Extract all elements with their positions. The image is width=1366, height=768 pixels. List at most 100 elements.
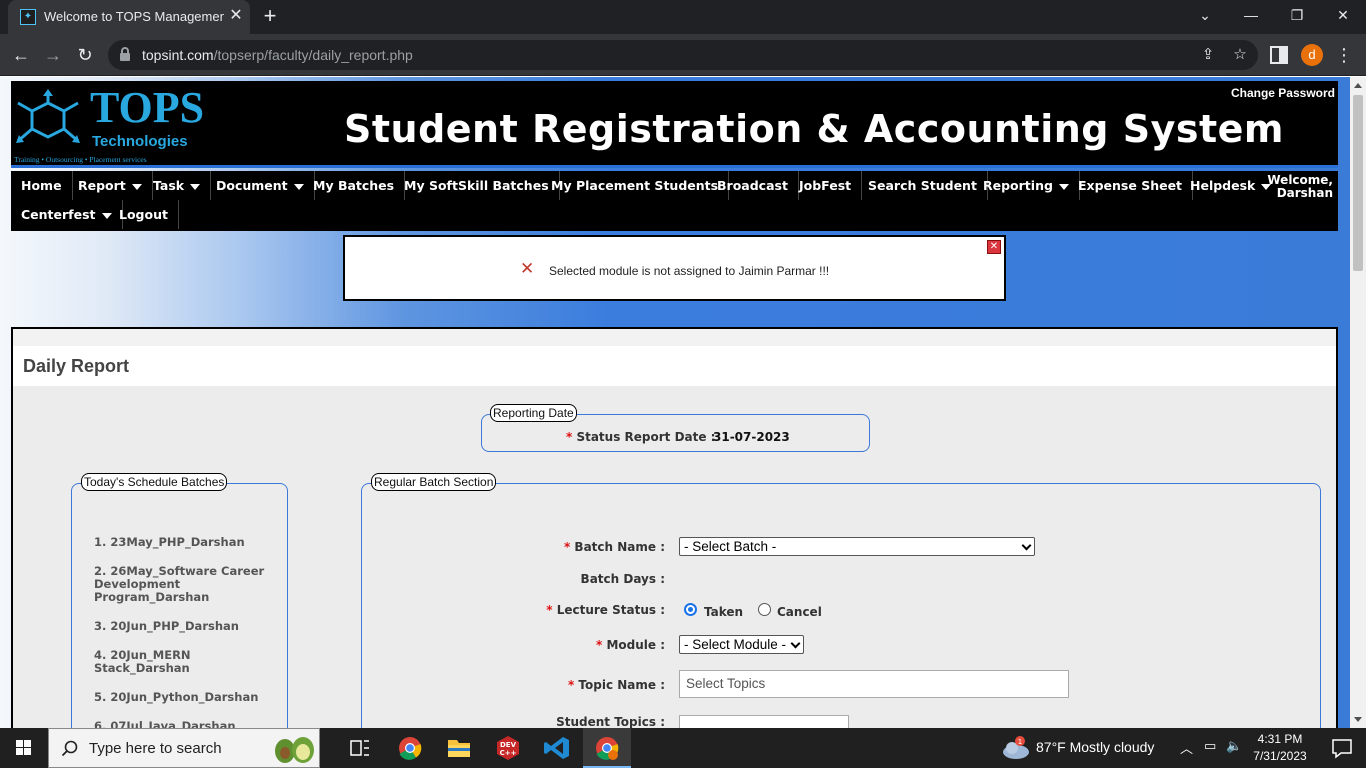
list-item[interactable]: 2. 26May_Software Career Development Pro… <box>94 565 274 604</box>
lecture-taken-radio[interactable] <box>684 603 697 616</box>
status-date-label: * Status Report Date : <box>566 430 716 444</box>
window-close-icon[interactable]: ✕ <box>1320 0 1366 30</box>
menu-home[interactable]: Home <box>11 171 73 200</box>
regular-batch-fieldset: Regular Batch Section * Batch Name : - S… <box>361 473 1321 728</box>
devcpp-icon[interactable]: DEV C++ <box>484 728 532 768</box>
chevron-down-icon <box>790 638 801 649</box>
lecture-cancel-label[interactable]: Cancel <box>777 605 822 619</box>
menu-task[interactable]: Task <box>143 171 212 200</box>
module-label: * Module : <box>596 638 665 652</box>
menu-my-softskill-batches[interactable]: My SoftSkill Batches <box>394 171 560 200</box>
site-favicon-icon: ✦ <box>20 9 36 25</box>
report-content: Reporting Date * Status Report Date : 31… <box>13 386 1336 728</box>
weather-text[interactable]: 87°F Mostly cloudy <box>1036 739 1154 755</box>
browser-tab-strip: ✦ Welcome to TOPS Management Sy ✕ + ⌄ — … <box>0 0 1366 34</box>
windows-taskbar: Type here to search DEV C++ 1 87°F Mostly… <box>0 728 1366 768</box>
menu-centerfest[interactable]: Centerfest <box>11 200 123 229</box>
back-icon[interactable]: ← <box>8 42 34 68</box>
tab-search-icon[interactable]: ⌄ <box>1182 0 1228 30</box>
chrome-menu-icon[interactable]: ⋮ <box>1334 42 1354 68</box>
student-topics-input[interactable] <box>679 715 849 728</box>
menu-my-placement-students[interactable]: My Placement Students <box>541 171 730 200</box>
alert-close-icon[interactable]: ✕ <box>987 240 1001 254</box>
list-item[interactable]: 1. 23May_PHP_Darshan <box>94 536 274 549</box>
search-icon <box>61 740 78 757</box>
restore-icon[interactable]: ❐ <box>1274 0 1320 30</box>
browser-tab[interactable]: ✦ Welcome to TOPS Management Sy ✕ <box>8 0 250 34</box>
avocado-icon <box>275 737 314 763</box>
notifications-icon[interactable] <box>1318 728 1366 768</box>
lecture-taken-label[interactable]: Taken <box>704 605 743 619</box>
menu-reporting[interactable]: Reporting <box>973 171 1080 200</box>
change-password-link[interactable]: Change Password <box>1231 86 1335 100</box>
batch-name-select[interactable]: - Select Batch - <box>679 537 1035 556</box>
list-item[interactable]: 5. 20Jun_Python_Darshan <box>94 691 274 704</box>
logo-wordmark: TOPS <box>90 83 205 132</box>
main-menu: Home Report Task Document My Batches My … <box>11 171 1338 231</box>
scroll-thumb[interactable] <box>1353 95 1363 271</box>
scroll-down-icon[interactable] <box>1354 717 1362 722</box>
svg-text:1: 1 <box>1018 738 1022 746</box>
page-scrollbar[interactable] <box>1350 77 1366 728</box>
reporting-date-legend: Reporting Date <box>490 404 577 422</box>
minimize-icon[interactable]: — <box>1228 0 1274 30</box>
side-panel-icon[interactable] <box>1270 46 1288 64</box>
new-tab-icon[interactable]: + <box>258 5 282 29</box>
list-item[interactable]: 6. 07Jul_Java_Darshan <box>94 720 274 729</box>
cube-logo-icon <box>16 89 80 143</box>
menu-jobfest[interactable]: JobFest <box>789 171 863 200</box>
show-hidden-icons-icon[interactable]: ︿ <box>1180 738 1193 757</box>
volume-icon[interactable]: 🔈 <box>1226 738 1242 754</box>
menu-broadcast[interactable]: Broadcast <box>707 171 799 200</box>
module-select[interactable]: - Select Module - <box>679 635 804 654</box>
logo-tagline: Training • Outsourcing • Placement servi… <box>14 155 147 164</box>
chrome-taskbar-icon[interactable] <box>386 728 434 768</box>
menu-helpdesk[interactable]: Helpdesk <box>1180 171 1281 200</box>
share-icon[interactable]: ⇪ <box>1198 45 1218 65</box>
taskbar-search[interactable]: Type here to search <box>48 728 320 768</box>
profile-avatar[interactable]: d <box>1301 44 1323 66</box>
file-explorer-icon[interactable] <box>435 728 483 768</box>
windows-start-icon[interactable] <box>0 728 48 768</box>
menu-report[interactable]: Report <box>68 171 153 200</box>
menu-my-batches[interactable]: My Batches <box>303 171 406 200</box>
taskbar-clock[interactable]: 4:31 PM 7/31/2023 <box>1246 731 1314 765</box>
list-item[interactable]: 4. 20Jun_MERN Stack_Darshan <box>94 649 274 675</box>
site-title: Student Registration & Accounting System <box>344 107 1285 151</box>
page-title: Daily Report <box>23 356 130 376</box>
list-item[interactable]: 3. 20Jun_PHP_Darshan <box>94 620 274 633</box>
vscode-icon[interactable] <box>533 728 581 768</box>
search-placeholder: Type here to search <box>89 740 222 757</box>
reload-icon[interactable]: ↻ <box>72 42 98 68</box>
chrome-active-taskbar-icon[interactable] <box>583 728 631 768</box>
tab-close-icon[interactable]: ✕ <box>226 6 246 26</box>
menu-expense-sheet[interactable]: Expense Sheet <box>1068 171 1194 200</box>
menu-document[interactable]: Document <box>206 171 315 200</box>
batch-days-label: Batch Days : <box>580 572 665 586</box>
url-text[interactable]: topsint.com/topserp/faculty/daily_report… <box>142 47 413 63</box>
menu-logout[interactable]: Logout <box>109 200 179 229</box>
tops-logo[interactable]: TOPS Technologies Training • Outsourcing… <box>14 85 204 165</box>
student-topics-label: Student Topics : <box>556 715 665 728</box>
weather-icon[interactable]: 1 <box>996 728 1036 768</box>
regular-batch-legend: Regular Batch Section <box>371 473 497 491</box>
lock-icon[interactable] <box>120 47 130 61</box>
topic-name-input[interactable]: Select Topics <box>679 670 1069 698</box>
scroll-up-icon[interactable] <box>1354 83 1362 88</box>
menu-search-student[interactable]: Search Student <box>858 171 988 200</box>
batch-name-label: * Batch Name : <box>563 540 665 554</box>
bookmark-star-icon[interactable]: ☆ <box>1230 45 1250 65</box>
schedule-legend: Today's Schedule Batches <box>81 473 228 491</box>
task-view-icon[interactable] <box>336 728 384 768</box>
lecture-cancel-radio[interactable] <box>758 603 771 616</box>
svg-text:C++: C++ <box>500 749 517 757</box>
address-bar[interactable]: topsint.com/topserp/faculty/daily_report… <box>108 40 1258 70</box>
network-icon[interactable]: ▭ <box>1204 738 1216 754</box>
site-header: TOPS Technologies Training • Outsourcing… <box>11 81 1338 168</box>
schedule-fieldset: Today's Schedule Batches 1. 23May_PHP_Da… <box>71 473 288 729</box>
tab-title: Welcome to TOPS Management Sy <box>44 9 224 24</box>
topic-name-label: * Topic Name : <box>567 678 665 692</box>
report-header: Daily Report <box>13 346 1336 386</box>
forward-icon[interactable]: → <box>40 42 66 68</box>
page-viewport: TOPS Technologies Training • Outsourcing… <box>0 77 1350 728</box>
